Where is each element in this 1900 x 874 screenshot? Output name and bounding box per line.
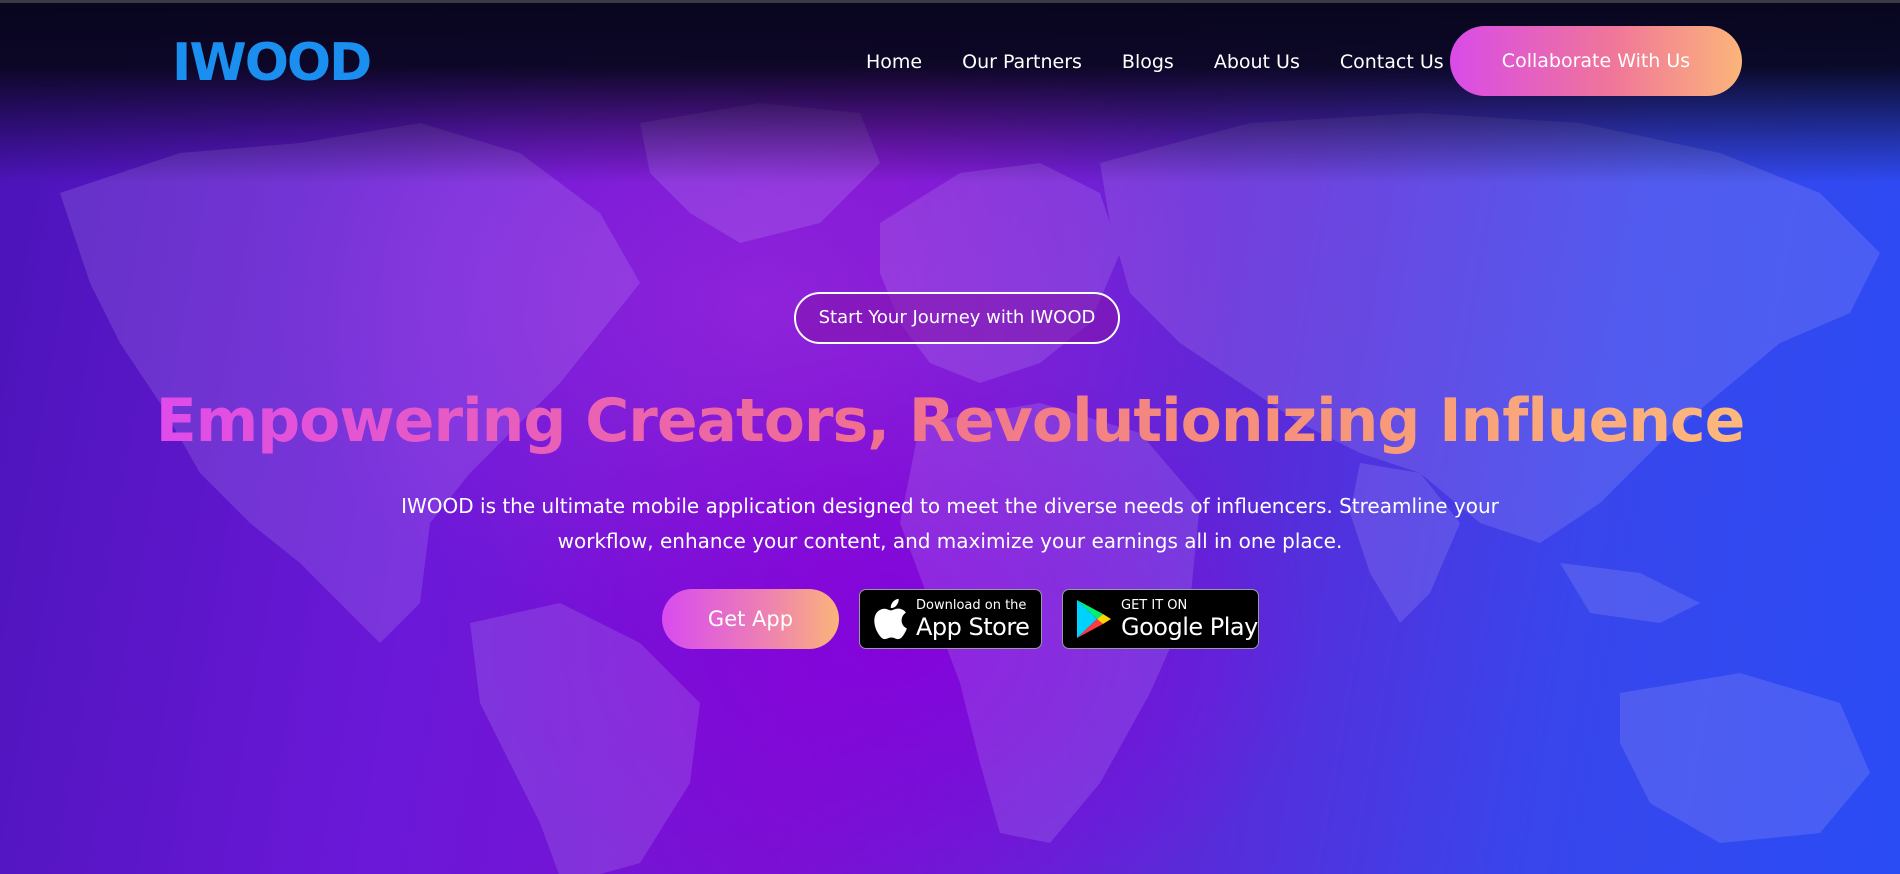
collaborate-button[interactable]: Collaborate With Us — [1450, 26, 1742, 96]
logo[interactable]: IWOOD — [172, 33, 372, 93]
nav-home[interactable]: Home — [866, 49, 922, 75]
journey-badge: Start Your Journey with IWOOD — [794, 292, 1120, 344]
app-store-small-label: Download on the — [916, 597, 1027, 613]
nav-about-us[interactable]: About Us — [1214, 49, 1300, 75]
hero-headline-text: Empowering Creators, Revolutionizing Inf… — [155, 386, 1746, 456]
hero-headline: Empowering Creators, Revolutionizing Inf… — [0, 381, 1900, 461]
google-play-small-label: GET IT ON — [1121, 597, 1188, 613]
apple-icon — [872, 598, 908, 640]
hero-description: IWOOD is the ultimate mobile application… — [401, 494, 1499, 553]
google-play-text: GET IT ON Google Play — [1121, 598, 1258, 641]
get-app-button[interactable]: Get App — [662, 589, 839, 649]
main-nav: Home Our Partners Blogs About Us Contact… — [866, 49, 1484, 75]
nav-contact-us[interactable]: Contact Us — [1340, 49, 1444, 75]
nav-blogs[interactable]: Blogs — [1122, 49, 1174, 75]
page: IWOOD Home Our Partners Blogs About Us C… — [0, 0, 1900, 874]
app-store-big-label: App Store — [916, 612, 1030, 641]
nav-our-partners[interactable]: Our Partners — [962, 49, 1082, 75]
google-play-badge[interactable]: GET IT ON Google Play — [1062, 589, 1259, 649]
app-store-badge[interactable]: Download on the App Store — [859, 589, 1042, 649]
app-store-text: Download on the App Store — [916, 597, 1030, 641]
google-play-icon — [1075, 598, 1113, 640]
google-play-big-label: Google Play — [1121, 612, 1258, 641]
